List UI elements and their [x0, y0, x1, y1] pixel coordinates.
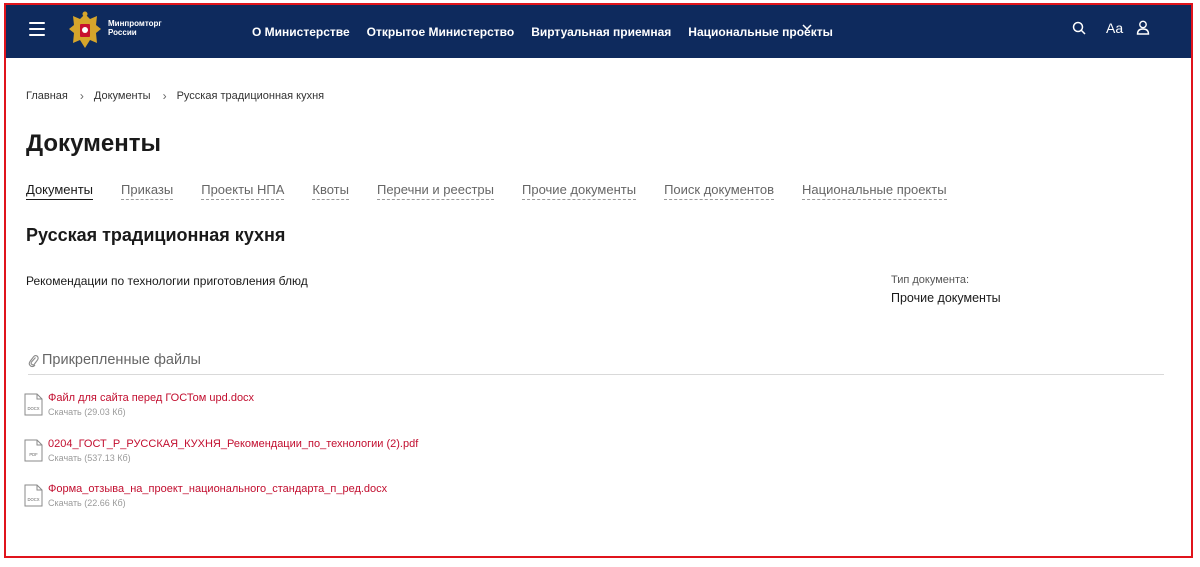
- chevron-down-icon[interactable]: [801, 21, 813, 33]
- logo-text[interactable]: Минпромторг России: [108, 19, 162, 37]
- document-title: Русская традиционная кухня: [26, 225, 286, 245]
- logo-text-line1: Минпромторг: [108, 19, 162, 28]
- search-icon[interactable]: [1072, 21, 1086, 35]
- breadcrumb-documents[interactable]: Документы: [94, 90, 151, 102]
- nav-item-about[interactable]: О Министерстве: [252, 25, 350, 39]
- menu-icon[interactable]: [29, 22, 45, 36]
- tab-document-search[interactable]: Поиск документов: [664, 182, 774, 200]
- file-download-link[interactable]: Скачать (29.03 Кб): [48, 407, 126, 417]
- file-download-link[interactable]: Скачать (22.66 Кб): [48, 498, 126, 508]
- file-ext-label: DOCX: [27, 497, 39, 502]
- page-title: Документы: [26, 130, 161, 157]
- document-tabs: Документы Приказы Проекты НПА Квоты Пере…: [26, 182, 975, 200]
- tab-other-documents[interactable]: Прочие документы: [522, 182, 637, 200]
- file-ext-label: PDF: [29, 452, 38, 457]
- logo-text-line2: России: [108, 28, 137, 37]
- tab-documents[interactable]: Документы: [26, 182, 94, 200]
- attachments-heading: Прикрепленные файлы: [28, 352, 1164, 375]
- file-link[interactable]: Форма_отзыва_на_проект_национального_ста…: [48, 483, 387, 495]
- main-nav: О Министерстве Открытое Министерство Вир…: [252, 5, 850, 58]
- user-icon[interactable]: [1136, 20, 1150, 35]
- file-link[interactable]: 0204_ГОСТ_Р_РУССКАЯ_КУХНЯ_Рекомендации_п…: [48, 438, 418, 450]
- paperclip-icon: [28, 355, 39, 368]
- tab-national-projects[interactable]: Национальные проекты: [802, 182, 947, 200]
- tab-quotas[interactable]: Квоты: [312, 182, 349, 200]
- tab-orders[interactable]: Приказы: [121, 182, 174, 200]
- chevron-right-icon: ›: [162, 89, 167, 103]
- nav-item-virtual-reception[interactable]: Виртуальная приемная: [531, 25, 671, 39]
- attachments-heading-text: Прикрепленные файлы: [42, 352, 201, 368]
- document-description: Рекомендации по технологии приготовления…: [26, 274, 308, 288]
- site-header: Минпромторг России О Министерстве Открыт…: [6, 5, 1191, 58]
- tab-lists-registries[interactable]: Перечни и реестры: [376, 182, 495, 200]
- tab-npa-drafts[interactable]: Проекты НПА: [201, 182, 285, 200]
- breadcrumb-home[interactable]: Главная: [26, 90, 68, 102]
- docx-file-icon[interactable]: DOCX: [24, 484, 43, 507]
- document-type-value: Прочие документы: [891, 291, 1001, 305]
- font-size-toggle[interactable]: Aa: [1106, 20, 1123, 36]
- chevron-right-icon: ›: [79, 89, 84, 103]
- file-ext-label: DOCX: [27, 406, 39, 411]
- nav-item-open-ministry[interactable]: Открытое Министерство: [367, 25, 515, 39]
- file-download-link[interactable]: Скачать (537.13 Кб): [48, 453, 131, 463]
- breadcrumb-current: Русская традиционная кухня: [176, 90, 325, 102]
- file-link[interactable]: Файл для сайта перед ГОСТом upd.docx: [48, 392, 254, 404]
- docx-file-icon[interactable]: DOCX: [24, 393, 43, 416]
- pdf-file-icon[interactable]: PDF: [24, 439, 43, 462]
- breadcrumb: Главная › Документы › Русская традиционн…: [26, 89, 324, 103]
- document-type-label: Тип документа:: [891, 274, 970, 286]
- coat-of-arms-logo[interactable]: [66, 10, 104, 52]
